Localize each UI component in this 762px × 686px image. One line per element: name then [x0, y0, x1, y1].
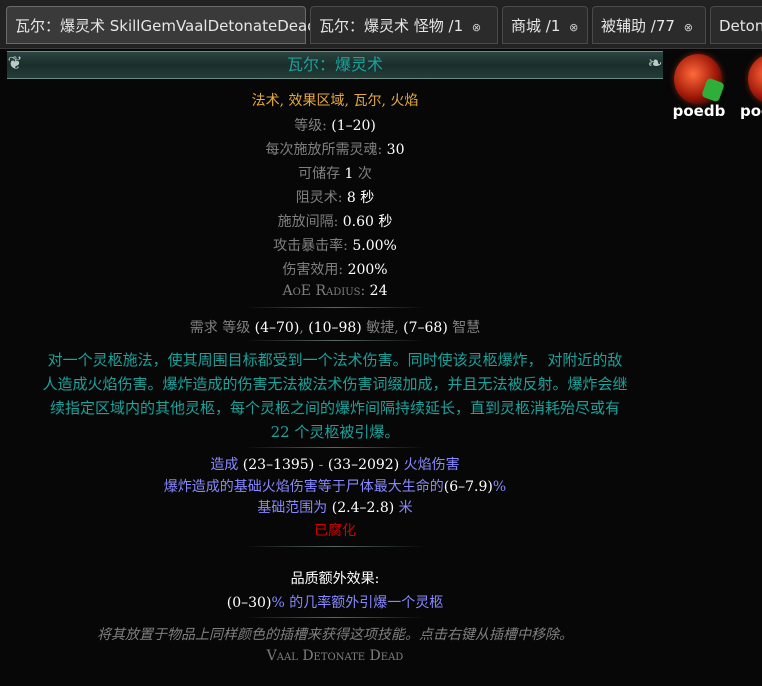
description-line: 22 个灵柩被引爆。	[270, 423, 400, 441]
divider	[245, 617, 425, 618]
stat-aoe-radius: AoE Radius: 24	[0, 283, 670, 299]
stat-label: 伤害效用:	[282, 262, 344, 278]
gem-icon	[748, 54, 762, 104]
tab-label: 瓦尔：爆灵术 SkillGemVaalDetonateDead	[15, 17, 317, 35]
stat-value: 24	[369, 283, 388, 299]
divider	[245, 546, 425, 547]
mod-value: (23–1395)	[242, 457, 315, 473]
stat-label: 可储存	[298, 166, 341, 182]
header-ornament-icon: ❧	[647, 53, 663, 74]
mod-text: -	[318, 457, 324, 473]
stat-value: (1–20)	[331, 118, 376, 134]
divider	[245, 447, 425, 448]
stat-souls: 每次施放所需灵魂: 30	[0, 139, 670, 159]
mod-value: (33–2092)	[327, 457, 400, 473]
mod-fire-damage: 造成 (23–1395) - (33–2092) 火焰伤害	[0, 454, 670, 474]
mod-text: 造成	[210, 457, 239, 473]
gem-footer-name: Vaal Detonate Dead	[266, 648, 404, 664]
tab-label: 瓦尔：爆灵术 怪物 /1	[319, 17, 464, 35]
mod-value: (6–7.9)	[443, 479, 493, 495]
corrupted-label: 已腐化	[314, 523, 356, 539]
mod-text: 基础范围为	[257, 500, 328, 516]
gem-description: 对一个灵柩施法，使其周围目标都受到一个法术伤害。同时使该灵柩爆炸， 对附近的敌 …	[24, 348, 646, 444]
quality-value: (0–30)	[226, 595, 272, 611]
tab-skill-gem[interactable]: 瓦尔：爆灵术 SkillGemVaalDetonateDead	[6, 6, 317, 44]
stat-label: AoE Radius:	[282, 283, 366, 299]
thumbnail-label: poe	[740, 102, 762, 120]
tab-monster[interactable]: 瓦尔：爆灵术 怪物 /1 ⊗	[310, 6, 498, 44]
stat-label: 每次施放所需灵魂:	[265, 142, 383, 158]
requirement-dex: (10–98)	[308, 320, 362, 336]
stat-label: 施放间隔:	[277, 214, 339, 230]
stat-crit: 攻击暴击率: 5.00%	[0, 235, 670, 255]
mod-value: (2.4–2.8)	[331, 500, 395, 516]
gem-tags: 法术, 效果区域, 瓦尔, 火焰	[251, 93, 419, 109]
quality-header: 品质额外效果:	[290, 571, 380, 587]
thumbnail-label: poedb	[672, 102, 726, 120]
gem-header: ❦ 瓦尔：爆灵术 ❧	[7, 51, 663, 79]
flavor-text: 将其放置于物品上同样颜色的插槽来获得这项技能。点击右键从插槽中移除。	[97, 627, 573, 643]
tab-label: Deton	[719, 17, 762, 35]
description-line: 续指定区域内的其他灵柩，每个灵柩之间的爆炸间隔持续延长，直到灵柩消耗殆尽或有	[49, 399, 620, 417]
tab-label: 商城 /1	[511, 17, 561, 35]
stat-store: 可储存 1 次	[0, 163, 670, 183]
divider	[245, 307, 425, 308]
mod-text: 爆炸造成的基础火焰伤害等于尸体最大生命的	[163, 479, 444, 495]
stat-value: 30	[386, 142, 405, 158]
poedb-thumbnail[interactable]: poedb	[666, 52, 732, 122]
mod-text: 米	[398, 500, 413, 516]
tab-label: 被辅助 /77	[601, 17, 675, 35]
gem-icon	[674, 54, 722, 104]
gem-title: 瓦尔：爆灵术	[286, 55, 383, 74]
close-icon[interactable]: ⊗	[472, 21, 481, 34]
quality-bonus: (0–30)% 的几率额外引爆一个灵柩	[0, 592, 670, 612]
stat-level: 等级: (1–20)	[0, 115, 670, 135]
stat-value: 0.60 秒	[342, 214, 393, 230]
stat-effectiveness: 伤害效用: 200%	[0, 259, 670, 279]
close-icon[interactable]: ⊗	[684, 21, 693, 34]
mod-explosion-damage: 爆炸造成的基础火焰伤害等于尸体最大生命的(6–7.9)%	[0, 476, 670, 496]
requirement-dex-label: 敏捷	[366, 320, 395, 336]
quality-text: % 的几率额外引爆一个灵柩	[271, 595, 444, 611]
poe-thumbnail[interactable]: poe	[740, 52, 762, 122]
stat-value: 200%	[347, 262, 388, 278]
mod-text: %	[492, 479, 507, 495]
divider	[245, 340, 425, 341]
mod-text: 火焰伤害	[403, 457, 460, 473]
stat-interval: 施放间隔: 0.60 秒	[0, 211, 670, 231]
stat-value: 5.00%	[352, 238, 397, 254]
stat-unit: 次	[357, 166, 372, 182]
close-icon[interactable]: ⊗	[569, 21, 578, 34]
tab-detonate[interactable]: Deton	[710, 6, 762, 44]
requirement-level: (4–70)	[254, 320, 300, 336]
mod-base-radius: 基础范围为 (2.4–2.8) 米	[0, 497, 670, 517]
stat-label: 攻击暴击率:	[273, 238, 348, 254]
stat-label: 等级:	[294, 118, 327, 134]
stat-value: 8 秒	[346, 190, 375, 206]
requirement-int-label: 智慧	[452, 320, 481, 336]
requirements: 需求 等级 (4–70), (10–98) 敏捷, (7–68) 智慧	[189, 320, 481, 336]
description-line: 人造成火焰伤害。爆炸造成的伤害无法被法术伤害词缀加成，并且无法被反射。爆炸会继	[42, 375, 628, 393]
requirement-label: 需求 等级	[189, 320, 251, 336]
stat-soul-prevention: 阻灵术: 8 秒	[0, 187, 670, 207]
tab-supported-by[interactable]: 被辅助 /77 ⊗	[592, 6, 706, 44]
stat-value: 1	[344, 166, 354, 182]
description-line: 对一个灵柩施法，使其周围目标都受到一个法术伤害。同时使该灵柩爆炸， 对附近的敌	[47, 351, 623, 369]
tab-bar: 瓦尔：爆灵术 SkillGemVaalDetonateDead 瓦尔：爆灵术 怪…	[0, 0, 762, 49]
requirement-int: (7–68)	[403, 320, 448, 336]
stat-label: 阻灵术:	[295, 190, 343, 206]
tab-shop[interactable]: 商城 /1 ⊗	[502, 6, 588, 44]
